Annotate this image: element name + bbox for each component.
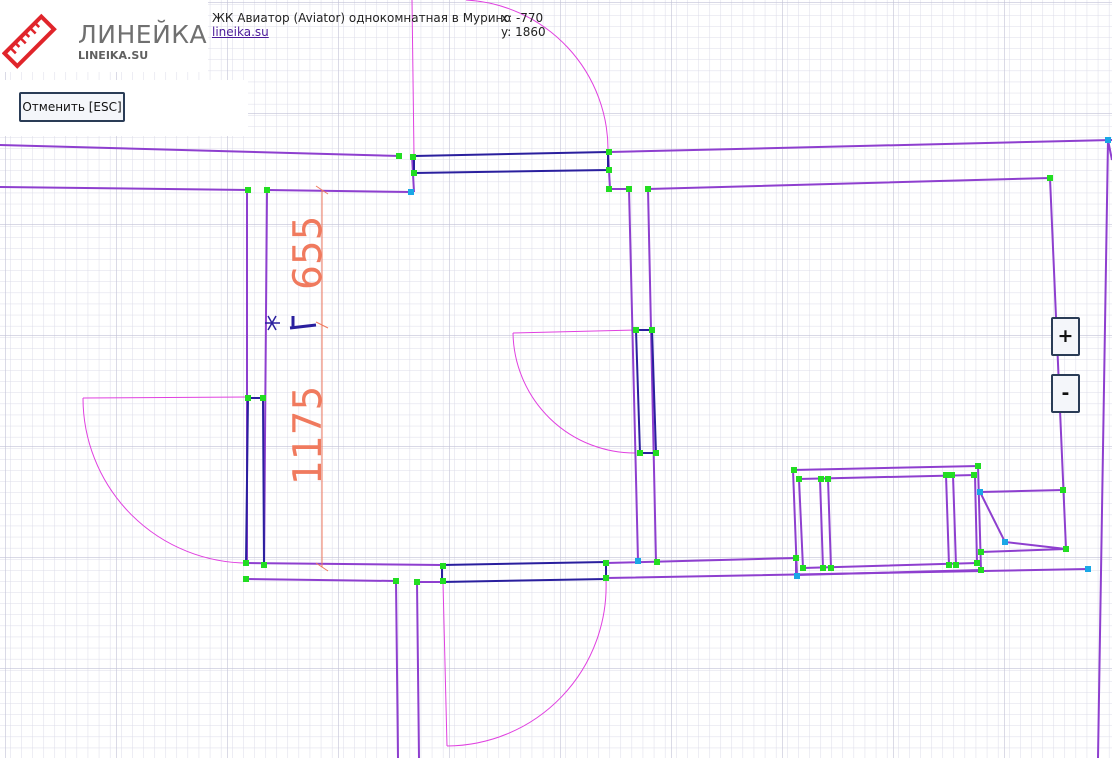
vertex-handle[interactable] [946,562,952,568]
dimension-lower-label: 1175 [286,386,331,485]
vertex-handle[interactable] [974,560,980,566]
vertex-handle[interactable] [1063,546,1069,552]
zoom-out-button[interactable]: - [1051,374,1080,413]
logo: ЛИНЕЙКА LINEIKA.SU [0,0,208,72]
vertex-handle[interactable] [978,549,984,555]
vertex-handle[interactable] [820,565,826,571]
coord-y: y: 1860 [501,25,546,39]
vertex-handle[interactable] [649,327,655,333]
vertex-handle[interactable] [1060,487,1066,493]
vertex-handle[interactable] [626,186,632,192]
vertex-handle[interactable] [943,472,949,478]
vertex-handle[interactable] [261,562,267,568]
vertex-handle[interactable] [1047,175,1053,181]
vertex-handle[interactable] [637,450,643,456]
vertex-handle-alt[interactable] [635,558,641,564]
logo-site: LINEIKA.SU [78,49,149,62]
vertex-handle[interactable] [393,578,399,584]
vertex-handle[interactable] [949,472,955,478]
vertex-handle[interactable] [396,153,402,159]
vertex-handle-alt[interactable] [408,189,414,195]
vertex-handle-alt[interactable] [794,573,800,579]
vertex-handle[interactable] [645,186,651,192]
vertex-handle[interactable] [414,579,420,585]
vertex-handle[interactable] [243,576,249,582]
coord-x: x: -770 [501,11,544,25]
vertex-handle[interactable] [953,562,959,568]
vertex-handle[interactable] [796,476,802,482]
cancel-button[interactable]: Отменить [ESC] [19,92,125,122]
vertex-handle-alt[interactable] [977,489,983,495]
vertex-handle[interactable] [606,167,612,173]
vertex-handle[interactable] [800,565,806,571]
vertex-handle[interactable] [603,575,609,581]
vertex-handle[interactable] [791,467,797,473]
logo-name: ЛИНЕЙКА [78,20,208,49]
vertex-handle-alt[interactable] [1085,566,1091,572]
zoom-in-button[interactable]: + [1051,317,1080,356]
vertex-handle[interactable] [245,395,251,401]
vertex-handle[interactable] [243,560,249,566]
vertex-handle[interactable] [260,395,266,401]
vertex-handle[interactable] [793,555,799,561]
vertex-handle[interactable] [654,559,660,565]
vertex-handle[interactable] [264,187,270,193]
vertex-handle[interactable] [978,567,984,573]
vertex-handle[interactable] [828,565,834,571]
vertex-handle[interactable] [440,563,446,569]
vertex-handle[interactable] [818,476,824,482]
vertex-handle[interactable] [606,186,612,192]
vertex-handle-alt[interactable] [1002,539,1008,545]
cursor-coordinates: x: -770 y: 1860 [501,11,546,39]
vertex-handle[interactable] [606,149,612,155]
project-title: ЖК Авиатор (Aviator) однокомнатная в Мур… [212,11,511,25]
vertex-handle[interactable] [971,472,977,478]
vertex-handle[interactable] [410,154,416,160]
vertex-handle[interactable] [975,463,981,469]
vertex-handle[interactable] [653,450,659,456]
vertex-handle[interactable] [825,476,831,482]
vertex-handle[interactable] [440,578,446,584]
vertex-handle[interactable] [603,560,609,566]
dimension-upper-label: 655 [286,216,331,290]
vertex-handle[interactable] [245,187,251,193]
vertex-handle[interactable] [633,327,639,333]
vertex-handle[interactable] [411,170,417,176]
site-link[interactable]: lineika.su [212,25,269,39]
ruler-icon [2,13,57,69]
vertex-handle-alt[interactable] [1105,137,1111,143]
